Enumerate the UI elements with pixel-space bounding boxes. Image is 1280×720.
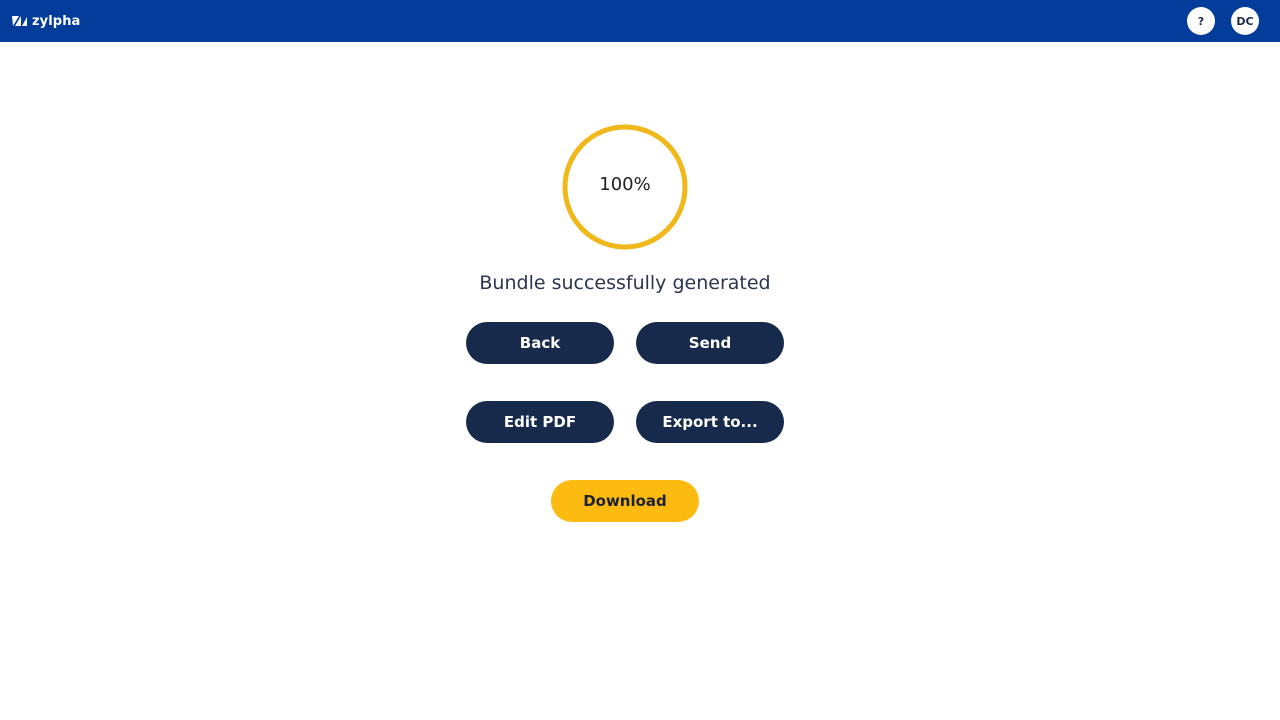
app-name: zylpha <box>32 13 81 29</box>
help-icon: ? <box>1197 14 1205 28</box>
edit-pdf-button[interactable]: Edit PDF <box>466 401 614 443</box>
help-button[interactable]: ? <box>1187 7 1215 35</box>
progress-percentage: 100% <box>599 173 651 195</box>
send-button[interactable]: Send <box>636 322 784 364</box>
user-avatar[interactable]: DC <box>1231 7 1259 35</box>
user-initials: DC <box>1236 14 1254 28</box>
top-bar: zylpha ? DC <box>0 0 1280 42</box>
app-logo[interactable]: zylpha <box>12 11 80 31</box>
progress-ring: 100% <box>562 124 688 250</box>
zylpha-logo-icon <box>12 16 27 26</box>
back-button[interactable]: Back <box>466 322 614 364</box>
export-to-button[interactable]: Export to... <box>636 401 784 443</box>
download-button[interactable]: Download <box>551 480 699 522</box>
status-message: Bundle successfully generated <box>479 272 771 294</box>
